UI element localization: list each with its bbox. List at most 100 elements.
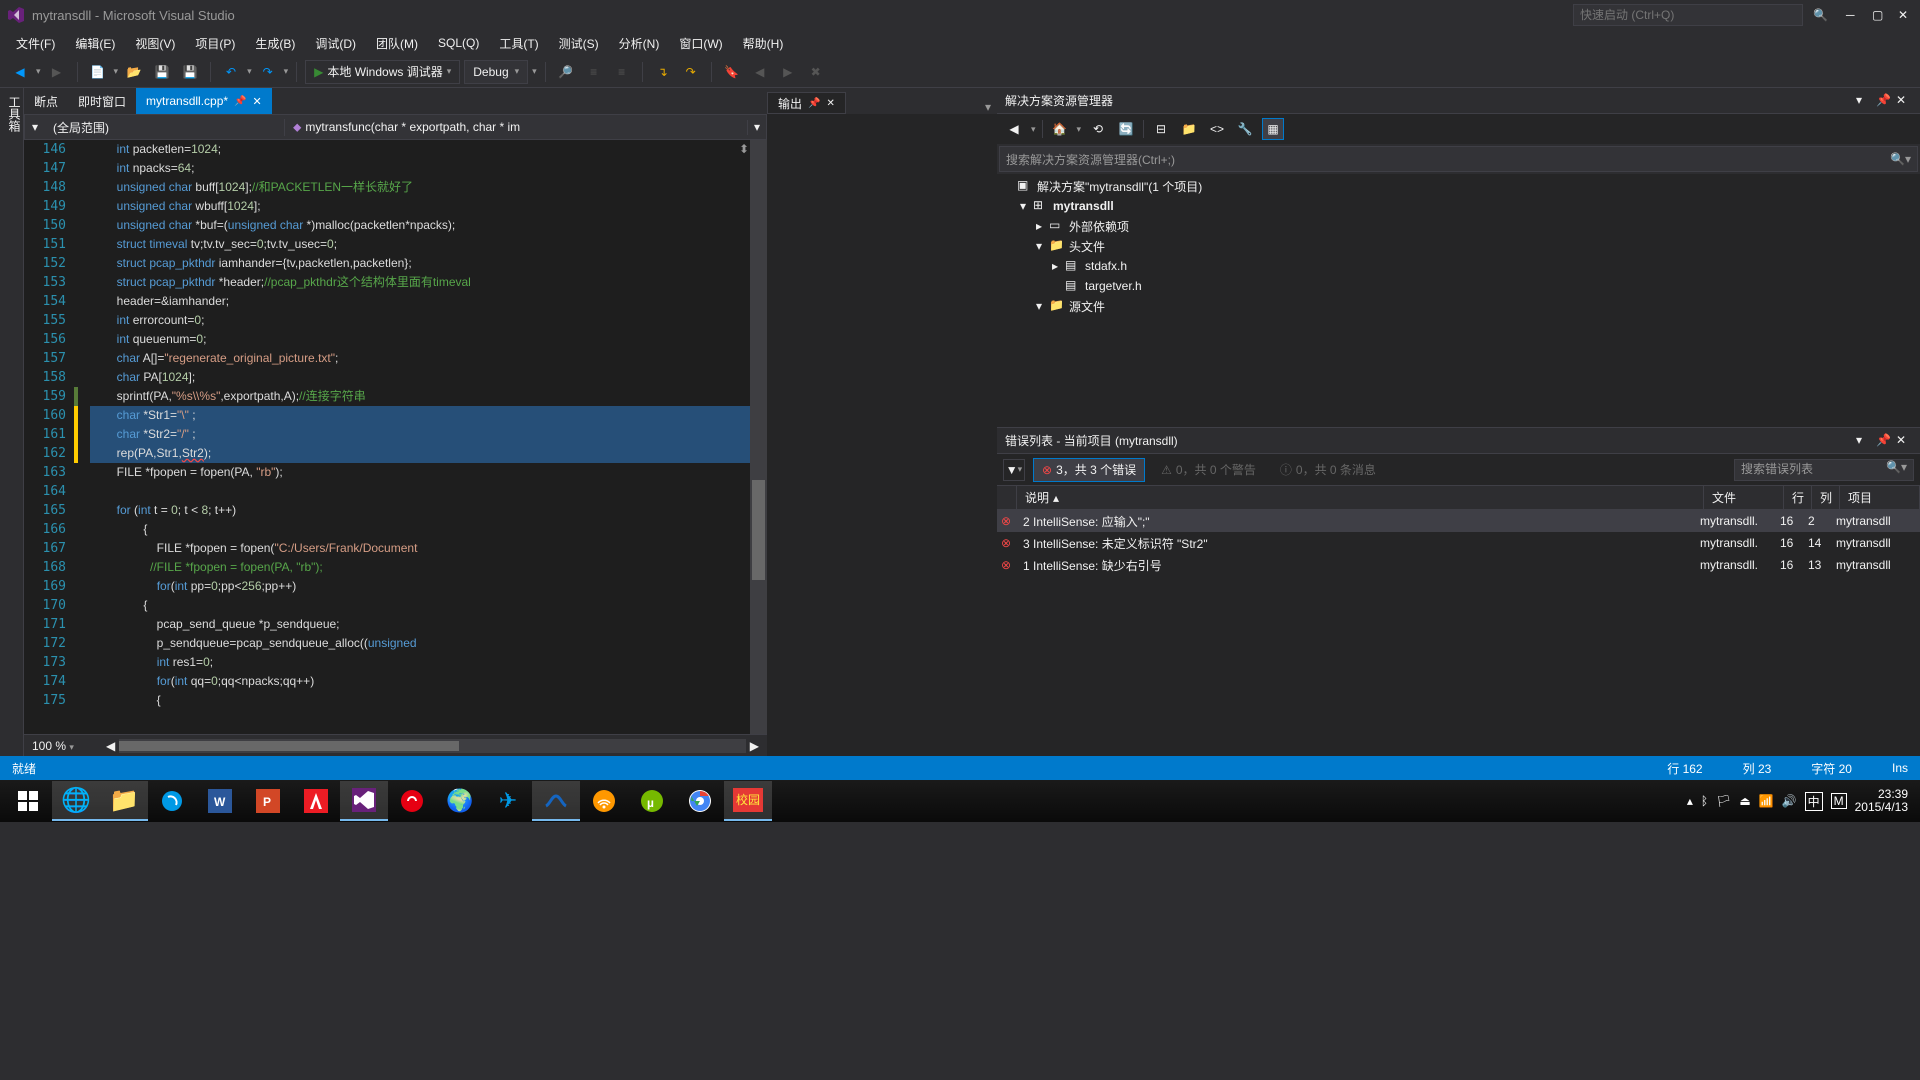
member-combo[interactable]: ⬥ mytransfunc(char * exportpath, char * …: [285, 120, 748, 135]
taskbar-wifi[interactable]: [580, 781, 628, 821]
tab-immediate[interactable]: 即时窗口: [68, 88, 136, 114]
errors-toggle[interactable]: ⊗ 3，共 3 个错误: [1033, 458, 1145, 482]
config-combo[interactable]: Debug ▾: [464, 60, 528, 84]
properties-button[interactable]: 🔧: [1234, 118, 1256, 140]
dropdown-icon[interactable]: ▾: [1856, 93, 1872, 109]
taskbar-explorer[interactable]: 📁: [100, 781, 148, 821]
tree-node[interactable]: ▾📁头文件: [997, 236, 1920, 256]
output-body[interactable]: [767, 114, 997, 756]
warnings-toggle[interactable]: ⚠ 0，共 0 个警告: [1153, 458, 1264, 482]
close-button[interactable]: ✕: [1898, 8, 1912, 22]
close-icon[interactable]: ✕: [1896, 93, 1912, 109]
view-code-button[interactable]: <>: [1206, 118, 1228, 140]
preview-button[interactable]: ▦: [1262, 118, 1284, 140]
menu-item[interactable]: SQL(Q): [430, 33, 487, 53]
maximize-button[interactable]: ▢: [1872, 8, 1886, 22]
show-all-button[interactable]: 📁: [1178, 118, 1200, 140]
taskbar-app1[interactable]: [148, 781, 196, 821]
messages-toggle[interactable]: ⓘ 0，共 0 条消息: [1272, 458, 1384, 482]
volume-icon[interactable]: 🔊: [1782, 794, 1797, 808]
col-line[interactable]: 行: [1784, 486, 1812, 509]
ime-mode-icon[interactable]: M: [1831, 793, 1847, 809]
menu-item[interactable]: 团队(M): [368, 32, 426, 55]
find-button[interactable]: 🔎: [554, 60, 578, 84]
tree-node[interactable]: ▾⊞mytransdll: [997, 196, 1920, 216]
back-button[interactable]: ◀: [1003, 118, 1025, 140]
zoom-combo[interactable]: 100 % ▾: [32, 739, 102, 753]
error-row[interactable]: ⊗1 IntelliSense: 缺少右引号mytransdll.1613myt…: [997, 554, 1920, 576]
close-icon[interactable]: ✕: [826, 98, 834, 109]
tree-node[interactable]: ▾📁源文件: [997, 296, 1920, 316]
nav-fwd-button[interactable]: ▶: [45, 60, 69, 84]
tree-node[interactable]: ▤targetver.h: [997, 276, 1920, 296]
col-description[interactable]: 说明 ▴: [1017, 486, 1704, 509]
pin-icon[interactable]: 📌: [808, 98, 820, 109]
solution-search-input[interactable]: 搜索解决方案资源管理器(Ctrl+;) 🔍▾: [999, 146, 1918, 172]
sync-button[interactable]: ⟲: [1087, 118, 1109, 140]
start-button[interactable]: [4, 781, 52, 821]
network-icon[interactable]: 📶: [1759, 794, 1774, 808]
taskbar-app2[interactable]: 🌍: [436, 781, 484, 821]
menu-item[interactable]: 生成(B): [247, 32, 303, 55]
dropdown-icon[interactable]: ▾: [979, 100, 997, 114]
dropdown-icon[interactable]: ▾: [25, 120, 45, 134]
error-row[interactable]: ⊗3 IntelliSense: 未定义标识符 "Str2"mytransdll…: [997, 532, 1920, 554]
code-editor[interactable]: 1461471481491501511521531541551561571581…: [24, 140, 767, 734]
col-col[interactable]: 列: [1812, 486, 1840, 509]
flag-icon[interactable]: 🏳: [1716, 794, 1731, 808]
bookmark-clear-button[interactable]: ✖: [804, 60, 828, 84]
menu-item[interactable]: 分析(N): [611, 32, 668, 55]
taskbar-wireshark[interactable]: [532, 781, 580, 821]
open-file-button[interactable]: 📂: [122, 60, 146, 84]
menu-item[interactable]: 帮助(H): [735, 32, 792, 55]
split-icon[interactable]: ▾: [748, 120, 766, 134]
solution-tree[interactable]: ▣解决方案"mytransdll"(1 个项目)▾⊞mytransdll▸▭外部…: [997, 174, 1920, 427]
pin-icon[interactable]: 📌: [1876, 93, 1892, 109]
taskbar-app3[interactable]: ✈: [484, 781, 532, 821]
comment-button[interactable]: ≡: [582, 60, 606, 84]
menu-item[interactable]: 视图(V): [127, 32, 183, 55]
taskbar-app4[interactable]: 校园: [724, 781, 772, 821]
start-debug-button[interactable]: ▶ 本地 Windows 调试器 ▾: [305, 60, 460, 84]
search-icon[interactable]: 🔍: [1813, 8, 1828, 22]
menu-item[interactable]: 窗口(W): [671, 32, 730, 55]
new-project-button[interactable]: 📄: [86, 60, 110, 84]
taskbar-powerpoint[interactable]: P: [244, 781, 292, 821]
close-icon[interactable]: ✕: [1896, 433, 1912, 449]
tab-active-file[interactable]: mytransdll.cpp* 📌 ✕: [136, 88, 272, 114]
scroll-left-icon[interactable]: ◀: [106, 739, 115, 753]
pin-icon[interactable]: 📌: [1876, 433, 1892, 449]
redo-button[interactable]: ↷: [256, 60, 280, 84]
tree-node[interactable]: ▸▭外部依赖项: [997, 216, 1920, 236]
bluetooth-icon[interactable]: ᛒ: [1701, 794, 1708, 808]
menu-item[interactable]: 文件(F): [8, 32, 63, 55]
taskbar-ie[interactable]: 🌐: [52, 781, 100, 821]
menu-item[interactable]: 编辑(E): [67, 32, 123, 55]
pin-icon[interactable]: 📌: [234, 96, 246, 107]
scope-combo[interactable]: (全局范围): [45, 119, 285, 136]
tree-node[interactable]: ▸▤stdafx.h: [997, 256, 1920, 276]
col-project[interactable]: 项目: [1840, 486, 1920, 509]
split-horizontal-icon[interactable]: ⬍: [739, 142, 749, 156]
close-icon[interactable]: ✕: [253, 95, 262, 108]
taskbar-chrome[interactable]: [676, 781, 724, 821]
menu-item[interactable]: 工具(T): [491, 32, 546, 55]
tray-clock[interactable]: 23:39 2015/4/13: [1855, 788, 1908, 814]
scroll-right-icon[interactable]: ▶: [750, 739, 759, 753]
col-file[interactable]: 文件: [1704, 486, 1784, 509]
error-row[interactable]: ⊗2 IntelliSense: 应输入";"mytransdll.162myt…: [997, 510, 1920, 532]
taskbar-utorrent[interactable]: µ: [628, 781, 676, 821]
refresh-button[interactable]: 🔄: [1115, 118, 1137, 140]
tab-breakpoints[interactable]: 断点: [24, 88, 68, 114]
step-button[interactable]: ↴: [651, 60, 675, 84]
taskbar-adobe[interactable]: [292, 781, 340, 821]
filter-button[interactable]: ▼▾: [1003, 459, 1025, 481]
save-all-button[interactable]: 💾: [178, 60, 202, 84]
bookmark-button[interactable]: 🔖: [720, 60, 744, 84]
step-over-button[interactable]: ↷: [679, 60, 703, 84]
system-tray[interactable]: ▴ ᛒ 🏳 ⏏ 📶 🔊 中 M 23:39 2015/4/13: [1687, 788, 1916, 814]
ime-icon[interactable]: 中: [1805, 792, 1823, 811]
undo-button[interactable]: ↶: [219, 60, 243, 84]
minimize-button[interactable]: ─: [1846, 8, 1860, 22]
tray-up-icon[interactable]: ▴: [1687, 794, 1693, 808]
